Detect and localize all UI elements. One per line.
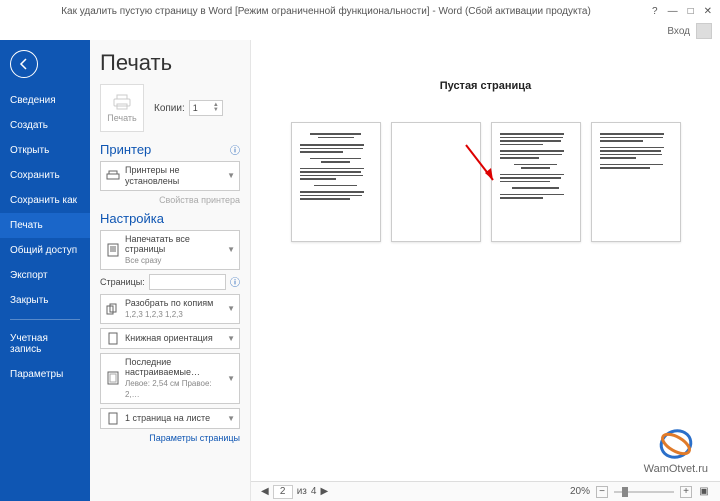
page-icon — [105, 412, 121, 425]
close-button[interactable]: ✕ — [704, 6, 712, 17]
annotation-arrow — [461, 140, 501, 190]
portrait-icon — [105, 332, 121, 345]
printer-icon — [112, 94, 132, 110]
print-button[interactable]: Печать — [100, 84, 144, 132]
titlebar: Как удалить пустую страницу в Word [Режи… — [0, 0, 720, 22]
chevron-down-icon: ▼ — [227, 245, 235, 254]
pages-input[interactable] — [149, 274, 226, 290]
collate-selector[interactable]: Разобрать по копиям1,2,3 1,2,3 1,2,3 ▼ — [100, 294, 240, 324]
settings-heading: Настройка — [100, 211, 164, 226]
preview-statusbar: ◀ 2 из 4 ▶ 20% − + ▣ — [251, 481, 720, 501]
printer-heading: Принтер — [100, 142, 151, 157]
prev-page-button[interactable]: ◀ — [261, 486, 269, 497]
copies-label: Копии: — [154, 103, 185, 114]
sidebar-item-new[interactable]: Создать — [0, 113, 90, 138]
page-title: Печать — [100, 50, 240, 76]
preview-page-3[interactable] — [491, 122, 581, 242]
chevron-down-icon: ▼ — [227, 414, 235, 423]
preview-page-1[interactable] — [291, 122, 381, 242]
chevron-down-icon: ▼ — [227, 374, 235, 383]
print-scope-selector[interactable]: Напечатать все страницыВсе сразу ▼ — [100, 230, 240, 270]
collate-icon — [105, 303, 121, 315]
sidebar-item-close[interactable]: Закрыть — [0, 288, 90, 313]
next-page-button[interactable]: ▶ — [320, 486, 328, 497]
printer-selector[interactable]: Принтеры не установлены ▼ — [100, 161, 240, 191]
pages-label: Страницы: — [100, 277, 145, 287]
avatar[interactable] — [696, 23, 712, 39]
zoom-out-button[interactable]: − — [596, 486, 608, 498]
pages-info-icon[interactable]: ⓘ — [230, 274, 240, 289]
login-row: Вход — [0, 22, 720, 40]
minimize-button[interactable]: — — [668, 6, 678, 17]
zoom-in-button[interactable]: + — [680, 486, 692, 498]
chevron-down-icon: ▼ — [227, 334, 235, 343]
backstage-sidebar: Сведения Создать Открыть Сохранить Сохра… — [0, 40, 90, 501]
printer-icon — [105, 170, 121, 182]
sidebar-item-share[interactable]: Общий доступ — [0, 238, 90, 263]
help-button[interactable]: ? — [652, 6, 658, 17]
print-settings-pane: Печать Печать Копии: 1 ▲▼ Принтер ⓘ Принт… — [90, 40, 250, 501]
annotation-label: Пустая страница — [251, 80, 720, 92]
maximize-button[interactable]: □ — [688, 6, 694, 17]
page-setup-link[interactable]: Параметры страницы — [100, 433, 240, 443]
sidebar-item-options[interactable]: Параметры — [0, 362, 90, 387]
document-icon — [105, 243, 121, 257]
zoom-fit-button[interactable]: ▣ — [698, 486, 710, 498]
sidebar-item-print[interactable]: Печать — [0, 213, 90, 238]
printer-info-icon[interactable]: ⓘ — [230, 142, 240, 157]
sidebar-item-open[interactable]: Открыть — [0, 138, 90, 163]
window-title: Как удалить пустую страницу в Word [Режи… — [0, 6, 652, 17]
sidebar-item-account[interactable]: Учетная запись — [0, 326, 90, 362]
total-pages: 4 — [311, 486, 317, 497]
sidebar-item-save[interactable]: Сохранить — [0, 163, 90, 188]
login-link[interactable]: Вход — [667, 26, 690, 37]
window-controls: ? — □ ✕ — [652, 6, 720, 17]
chevron-down-icon: ▼ — [227, 171, 235, 180]
copies-spinner[interactable]: 1 ▲▼ — [189, 100, 223, 116]
preview-page-4[interactable] — [591, 122, 681, 242]
sidebar-item-saveas[interactable]: Сохранить как — [0, 188, 90, 213]
zoom-value: 20% — [570, 486, 590, 497]
watermark-logo: WamOtvet.ru — [644, 427, 708, 475]
zoom-slider[interactable] — [614, 491, 674, 493]
pages-per-sheet-selector[interactable]: 1 страница на листе ▼ — [100, 408, 240, 429]
margins-icon — [105, 371, 121, 385]
sidebar-item-info[interactable]: Сведения — [0, 88, 90, 113]
back-button[interactable] — [10, 50, 38, 78]
chevron-down-icon: ▼ — [227, 304, 235, 313]
margins-selector[interactable]: Последние настраиваемые…Левое: 2,54 см П… — [100, 353, 240, 404]
orientation-selector[interactable]: Книжная ориентация ▼ — [100, 328, 240, 349]
print-preview-pane: Пустая страница — [250, 40, 720, 501]
current-page-input[interactable]: 2 — [273, 485, 293, 499]
printer-properties-link: Свойства принтера — [100, 195, 240, 205]
sidebar-item-export[interactable]: Экспорт — [0, 263, 90, 288]
